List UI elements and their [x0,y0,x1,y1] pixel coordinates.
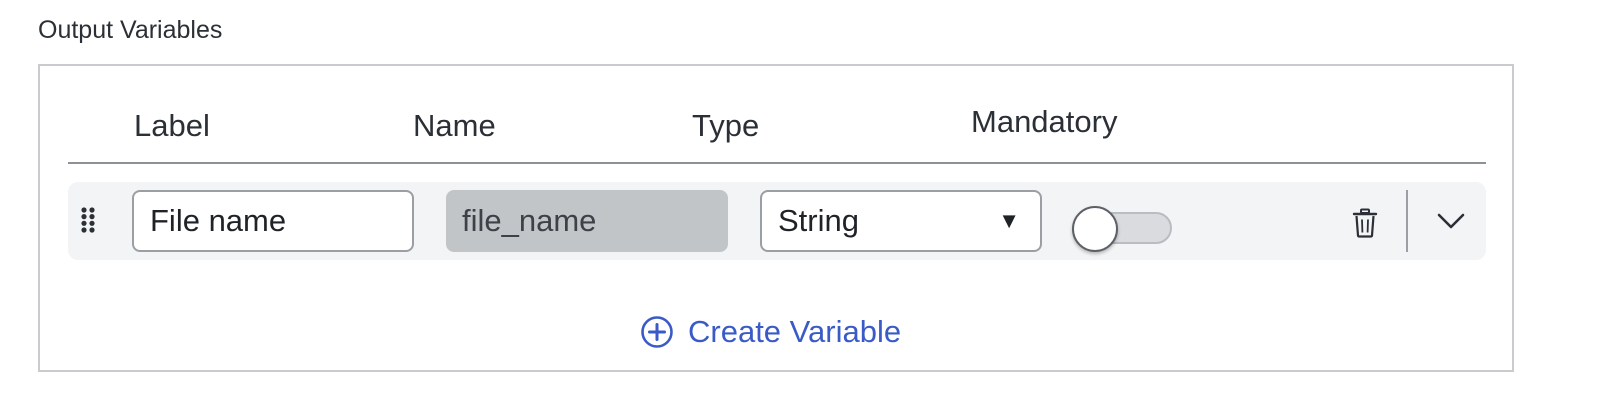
column-header-mandatory: Mandatory [971,104,1118,139]
plus-circle-icon [641,316,673,348]
label-input[interactable] [132,190,414,252]
type-select[interactable]: String ▼ [760,190,1042,252]
column-header-type: Type [692,108,760,143]
type-select-value: String [778,203,859,238]
table-header: Label Name Type Mandatory [68,66,1486,164]
create-variable-label: Create Variable [688,314,902,349]
toggle-knob [1072,206,1118,252]
mandatory-toggle[interactable] [1072,198,1172,252]
drag-handle-icon[interactable] [80,206,96,234]
variable-row: String ▼ [68,182,1486,260]
trash-icon[interactable] [1352,208,1378,238]
row-divider [1406,190,1408,252]
column-header-label: Label [134,108,210,143]
chevron-down-icon[interactable] [1436,210,1466,232]
name-input [446,190,728,252]
output-variables-panel: Label Name Type Mandatory String ▼ [38,64,1514,372]
caret-down-icon: ▼ [998,208,1020,233]
column-header-name: Name [413,108,496,143]
section-title: Output Variables [38,16,223,44]
create-variable-button[interactable]: Create Variable [640,314,901,350]
